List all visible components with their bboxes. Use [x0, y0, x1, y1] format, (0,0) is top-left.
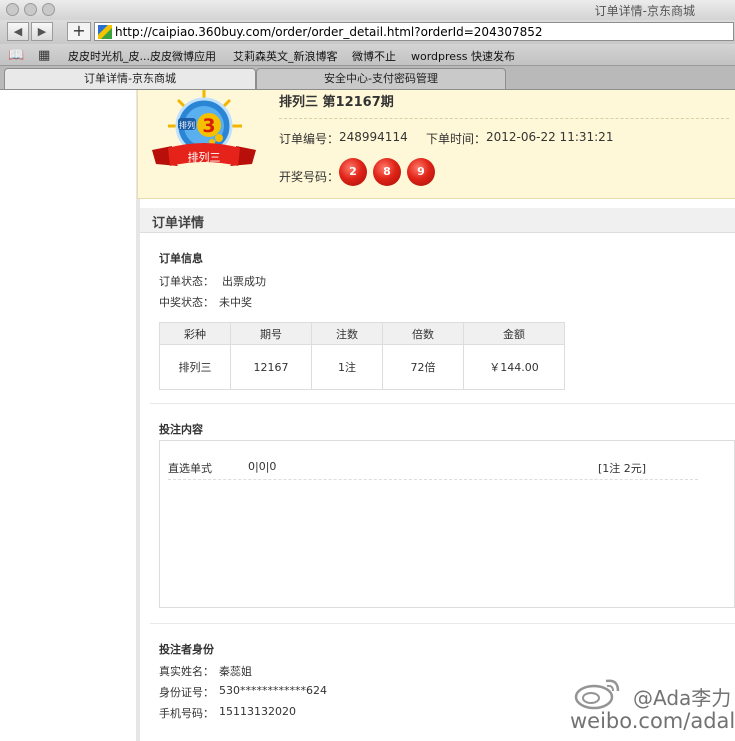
bet-content-box: 直选单式 0|0|0 [1注 2元] — [159, 440, 735, 608]
phone-label: 手机号码： — [159, 707, 214, 720]
address-bar[interactable]: http://caipiao.360buy.com/order/order_de… — [94, 22, 734, 41]
grid-icon[interactable]: ▦ — [38, 48, 50, 63]
bookmark-item[interactable]: 皮皮时光机_皮...皮皮微博应用 — [68, 48, 216, 64]
watermark-url: weibo.com/adali — [570, 709, 735, 733]
order-no-value: 248994114 — [339, 130, 408, 144]
page-content: 排列 3 排列三 排列三 第12167期 订单编号： 248994114 下单时… — [0, 90, 735, 741]
table-cell: 12167 — [230, 344, 312, 390]
forward-button[interactable]: ▶ — [31, 22, 53, 41]
bet-content-title: 投注内容 — [159, 423, 203, 436]
banner-divider — [279, 118, 729, 119]
open-book-icon[interactable]: 📖 — [8, 48, 24, 63]
bet-summary: [1注 2元] — [598, 462, 647, 475]
browser-toolbar: ◀ ▶ + http://caipiao.360buy.com/order/or… — [0, 20, 735, 44]
window-title: 订单详情-京东商城 — [594, 4, 695, 18]
plus-icon: + — [72, 21, 86, 40]
section-divider — [150, 623, 735, 624]
real-name-label: 真实姓名： — [159, 665, 214, 678]
id-number-label: 身份证号： — [159, 686, 214, 699]
order-time-label: 下单时间： — [426, 132, 487, 146]
column-header: 注数 — [311, 322, 383, 345]
bookmarks-bar: 📖 ▦ 皮皮时光机_皮...皮皮微博应用 艾莉森英文_新浪博客 微博不止 wor… — [0, 44, 735, 66]
table-cell: 排列三 — [159, 344, 231, 390]
table-cell: ￥144.00 — [463, 344, 565, 390]
table-header-row: 彩种 期号 注数 倍数 金额 — [159, 322, 565, 345]
id-number-value: 530************624 — [219, 684, 327, 697]
draw-ball: 8 — [373, 158, 401, 186]
url-text[interactable]: http://caipiao.360buy.com/order/order_de… — [115, 25, 543, 39]
draw-numbers-label: 开奖号码： — [279, 170, 340, 184]
order-table: 彩种 期号 注数 倍数 金额 排列三 12167 1注 72倍 ￥144.00 — [159, 322, 565, 390]
bookmark-item[interactable]: wordpress 快速发布 — [411, 48, 515, 64]
back-arrow-icon: ◀ — [13, 25, 23, 38]
tab-bar: 订单详情-京东商城 安全中心-支付密码管理 — [0, 66, 735, 90]
forward-arrow-icon: ▶ — [37, 25, 47, 38]
logo-ribbon-text: 排列三 — [188, 150, 221, 164]
window-titlebar: 订单详情-京东商城 — [0, 0, 735, 20]
lottery-logo: 排列 3 排列三 — [152, 90, 256, 166]
column-header: 倍数 — [382, 322, 464, 345]
draw-ball: 2 — [339, 158, 367, 186]
real-name-value: 秦蕊姐 — [219, 665, 252, 678]
bookmark-item[interactable]: 艾莉森英文_新浪博客 — [233, 48, 338, 64]
bet-type: 直选单式 — [168, 462, 212, 475]
table-cell: 72倍 — [382, 344, 464, 390]
bookmark-item[interactable]: 微博不止 — [352, 48, 396, 64]
logo-number-text: 3 — [202, 115, 215, 137]
win-status-value: 未中奖 — [219, 296, 252, 309]
back-button[interactable]: ◀ — [7, 22, 29, 41]
order-no-label: 订单编号： — [279, 132, 340, 146]
add-bookmark-button[interactable]: + — [67, 22, 91, 41]
bettor-identity-title: 投注者身份 — [159, 643, 214, 656]
order-detail-heading: 订单详情 — [152, 216, 205, 231]
table-row: 排列三 12167 1注 72倍 ￥144.00 — [159, 344, 565, 390]
lottery-banner: 排列 3 排列三 排列三 第12167期 订单编号： 248994114 下单时… — [137, 90, 735, 199]
order-detail-header: 订单详情 — [140, 208, 735, 233]
win-status-label: 中奖状态： — [159, 296, 214, 309]
phone-value: 15113132020 — [219, 705, 296, 718]
section-divider — [150, 403, 735, 404]
table-cell: 1注 — [311, 344, 383, 390]
minimize-window-button[interactable] — [24, 3, 37, 16]
weibo-logo-icon — [574, 679, 620, 710]
column-header: 期号 — [230, 322, 312, 345]
watermark-handle: @Ada李力 — [633, 686, 732, 710]
draw-ball: 9 — [407, 158, 435, 186]
tab-order-detail[interactable]: 订单详情-京东商城 — [4, 68, 256, 89]
logo-badge-text: 排列 — [179, 120, 195, 130]
lottery-title: 排列三 第12167期 — [279, 95, 394, 110]
order-status-value: 出票成功 — [222, 275, 266, 288]
order-status-label: 订单状态： — [159, 275, 214, 288]
column-header: 彩种 — [159, 322, 231, 345]
close-window-button[interactable] — [6, 3, 19, 16]
zoom-window-button[interactable] — [42, 3, 55, 16]
bet-row: 直选单式 0|0|0 [1注 2元] — [168, 459, 698, 480]
order-info-title: 订单信息 — [159, 252, 203, 265]
column-header: 金额 — [463, 322, 565, 345]
site-favicon-icon — [98, 25, 112, 39]
tab-security-center[interactable]: 安全中心-支付密码管理 — [256, 68, 506, 89]
order-time-value: 2012-06-22 11:31:21 — [486, 130, 614, 144]
bet-numbers: 0|0|0 — [248, 460, 277, 473]
